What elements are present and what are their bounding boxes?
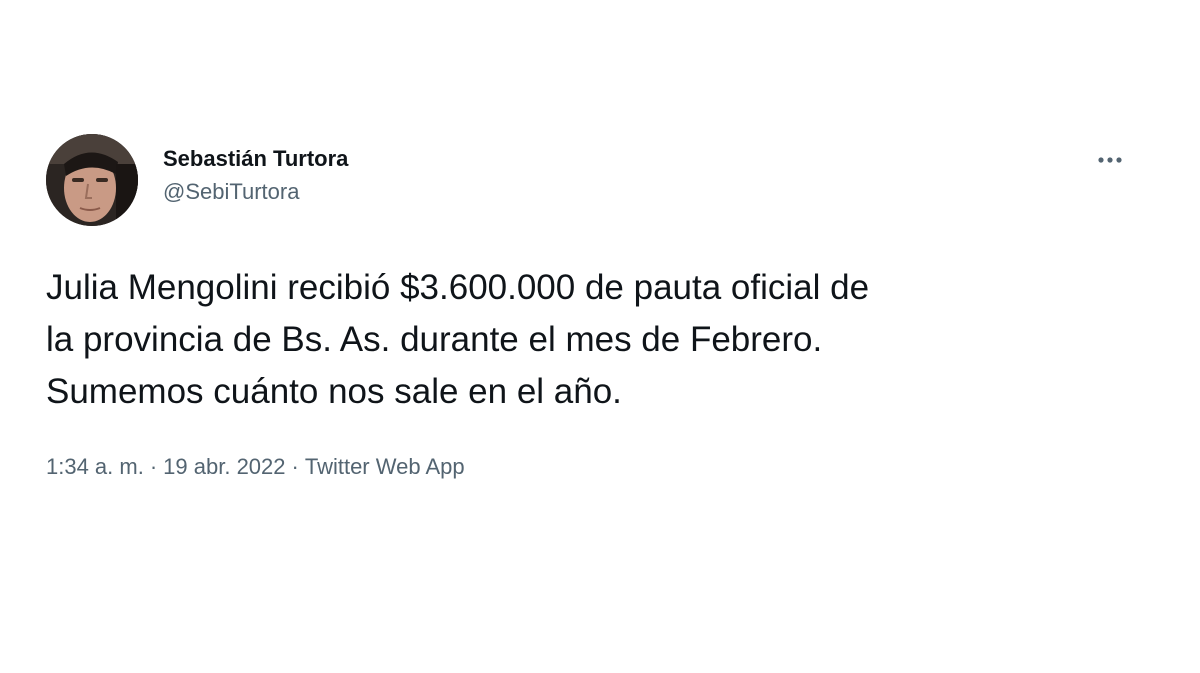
tweet-text: Julia Mengolini recibió $3.600.000 de pa… — [46, 262, 1156, 418]
author-avatar[interactable] — [46, 134, 138, 226]
meta-separator: · — [291, 454, 299, 479]
author-display-name[interactable]: Sebastián Turtora — [163, 144, 348, 174]
tweet-text-line: Sumemos cuánto nos sale en el año. — [46, 372, 622, 411]
tweet-time[interactable]: 1:34 a. m. — [46, 454, 144, 479]
avatar-photo-icon — [46, 134, 138, 226]
tweet-source[interactable]: Twitter Web App — [305, 454, 465, 479]
author-info: Sebastián Turtora @SebiTurtora — [163, 144, 348, 207]
meta-separator: · — [149, 454, 158, 479]
author-handle[interactable]: @SebiTurtora — [163, 177, 348, 207]
tweet-card: Sebastián Turtora @SebiTurtora Julia Men… — [0, 0, 1200, 673]
more-options-button[interactable] — [1092, 148, 1128, 172]
more-horizontal-icon — [1098, 157, 1122, 163]
tweet-date[interactable]: 19 abr. 2022 — [163, 454, 285, 479]
tweet-text-line: Julia Mengolini recibió $3.600.000 de pa… — [46, 268, 870, 307]
tweet-text-line: la provincia de Bs. As. durante el mes d… — [46, 320, 823, 359]
tweet-metadata: 1:34 a. m. · 19 abr. 2022 · Twitter Web App — [46, 452, 465, 482]
